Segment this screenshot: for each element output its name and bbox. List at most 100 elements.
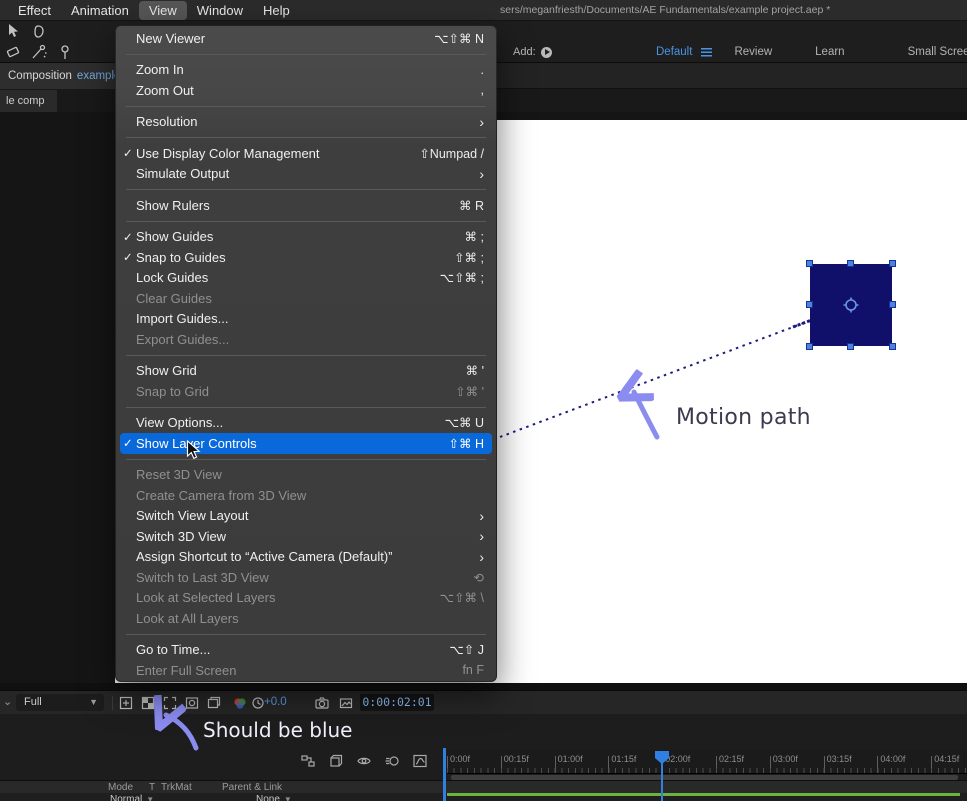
transparency-grid-icon[interactable]: [140, 695, 156, 711]
menubar-item-animation[interactable]: Animation: [61, 1, 139, 20]
anchor-point-icon[interactable]: [843, 297, 859, 313]
handle-sw[interactable]: [806, 343, 813, 350]
motion-blur-icon[interactable]: [384, 753, 400, 769]
menu-item-label: Reset 3D View: [136, 467, 470, 482]
menu-item-lock-guides[interactable]: Lock Guides⌥⇧⌘ ;: [116, 268, 496, 289]
region-of-interest-icon[interactable]: [162, 695, 178, 711]
menu-item-switch-view-layout[interactable]: Switch View Layout›: [116, 506, 496, 527]
column-header-t[interactable]: T: [149, 782, 155, 793]
column-header-trkmat[interactable]: TrkMat: [161, 782, 192, 793]
exposure-value[interactable]: +0.0: [264, 696, 287, 708]
time-ruler[interactable]: 0:00f00:15f01:00f01:15f02:00f02:15f03:00…: [447, 750, 967, 774]
menu-item-show-rulers[interactable]: Show Rulers⌘ R: [116, 195, 496, 216]
menu-item-label: Import Guides...: [136, 311, 470, 326]
hand-tool-icon[interactable]: [30, 22, 48, 40]
menubar-item-window[interactable]: Window: [187, 1, 253, 20]
menu-item-show-guides[interactable]: ✓Show Guides⌘ ;: [116, 227, 496, 248]
caret-down-icon: ▼: [284, 795, 292, 801]
handle-ne[interactable]: [889, 260, 896, 267]
menu-item-show-layer-controls[interactable]: ✓Show Layer Controls⇧⌘ H: [120, 433, 492, 454]
ruler-label: 02:15f: [719, 754, 744, 764]
layer-duration-bar[interactable]: [447, 793, 960, 796]
menu-item-new-viewer[interactable]: New Viewer⌥⇧⌘ N: [116, 28, 496, 49]
menu-item-zoom-out[interactable]: Zoom Out,: [116, 80, 496, 101]
menu-separator: [126, 407, 486, 408]
current-time-indicator-line: [661, 763, 663, 801]
mini-flowchart-icon[interactable]: [300, 753, 316, 769]
menu-item-go-to-time[interactable]: Go to Time...⌥⇧ J: [116, 640, 496, 661]
menu-item-enter-full-screen: Enter Full Screenfn F: [116, 660, 496, 681]
menu-item-assign-shortcut-to-active-camera-default[interactable]: Assign Shortcut to “Active Camera (Defau…: [116, 547, 496, 568]
hide-shy-layers-icon[interactable]: [356, 753, 372, 769]
mask-path-visibility-icon[interactable]: [184, 695, 200, 711]
menu-item-shortcut: ⌘ R: [459, 198, 484, 213]
menu-item-look-at-selected-layers: Look at Selected Layers⌥⇧⌘ \: [116, 588, 496, 609]
chevron-down-icon[interactable]: ⌄: [3, 695, 12, 708]
preview-timecode[interactable]: 0:00:02:01: [360, 694, 434, 711]
draft-3d-icon[interactable]: [328, 753, 344, 769]
ruler-tick: [447, 756, 448, 773]
add-control[interactable]: Add:: [513, 46, 552, 58]
menu-item-shortcut: ⇧Numpad /: [419, 146, 484, 161]
workspace-tab-learn[interactable]: Learn: [815, 46, 844, 58]
handle-se[interactable]: [889, 343, 896, 350]
after-effects-window: Effect Animation View Window Help sers/m…: [0, 0, 967, 801]
submenu-arrow-icon: ›: [479, 509, 484, 523]
menu-item-use-display-color-management[interactable]: ✓Use Display Color Management⇧Numpad /: [116, 143, 496, 164]
menu-item-label: Show Grid: [136, 363, 452, 378]
menu-item-show-grid[interactable]: Show Grid⌘ ': [116, 361, 496, 382]
graph-editor-icon[interactable]: [412, 753, 428, 769]
handle-nw[interactable]: [806, 260, 813, 267]
handle-e[interactable]: [889, 301, 896, 308]
column-header-parent-link[interactable]: Parent & Link: [222, 782, 282, 793]
ruler-tick: [824, 756, 825, 773]
view-layout-icon[interactable]: [206, 695, 222, 711]
handle-w[interactable]: [806, 301, 813, 308]
menu-item-label: Create Camera from 3D View: [136, 488, 470, 503]
handle-s[interactable]: [847, 343, 854, 350]
workspace-menu-icon[interactable]: [701, 48, 712, 57]
menu-item-shortcut: ⌥⇧⌘ ;: [440, 270, 484, 285]
selection-tool-icon[interactable]: [4, 22, 22, 40]
workspace-tab-default[interactable]: Default: [656, 46, 692, 58]
menu-item-simulate-output[interactable]: Simulate Output›: [116, 164, 496, 185]
magnification-dropdown[interactable]: Full ▼: [16, 694, 104, 711]
menu-item-shortcut: ⌥⇧ J: [449, 642, 484, 657]
show-snapshot-icon[interactable]: [338, 695, 354, 711]
column-header-mode[interactable]: Mode: [108, 782, 133, 793]
submenu-arrow-icon: ›: [479, 115, 484, 129]
parent-link-dropdown[interactable]: None▼: [256, 794, 292, 801]
eraser-tool-icon[interactable]: [4, 43, 22, 61]
workspace-tab-review[interactable]: Review: [734, 46, 772, 58]
menu-item-zoom-in[interactable]: Zoom In.: [116, 60, 496, 81]
ruler-tick: [555, 756, 556, 773]
snapshot-camera-icon[interactable]: [314, 695, 330, 711]
menu-item-snap-to-guides[interactable]: ✓Snap to Guides⇧⌘ ;: [116, 247, 496, 268]
submenu-arrow-icon: ›: [479, 167, 484, 181]
handle-n[interactable]: [847, 260, 854, 267]
ruler-tick: [770, 756, 771, 773]
ruler-label: 00:15f: [504, 754, 529, 764]
shape-layer[interactable]: [810, 264, 892, 346]
menu-item-switch-to-last-3d-view: Switch to Last 3D View⟲: [116, 567, 496, 588]
menu-item-import-guides[interactable]: Import Guides...: [116, 309, 496, 330]
menu-item-view-options[interactable]: View Options...⌥⌘ U: [116, 413, 496, 434]
workspace-tab-small-screen[interactable]: Small Screen: [908, 46, 967, 58]
puppet-pin-tool-icon[interactable]: [56, 43, 74, 61]
viewer-tab[interactable]: le comp: [0, 90, 57, 112]
menubar-item-effect[interactable]: Effect: [8, 1, 61, 20]
menubar-item-help[interactable]: Help: [253, 1, 300, 20]
menu-item-switch-3d-view[interactable]: Switch 3D View›: [116, 526, 496, 547]
channels-color-icon[interactable]: [232, 695, 248, 711]
menubar-item-view[interactable]: View: [139, 1, 187, 20]
ruler-label: 01:15f: [611, 754, 636, 764]
ruler-tick: [608, 756, 609, 773]
menu-item-resolution[interactable]: Resolution›: [116, 112, 496, 133]
panel-divider: [0, 683, 967, 690]
menu-separator: [126, 355, 486, 356]
submenu-arrow-icon: ›: [479, 550, 484, 564]
roto-brush-tool-icon[interactable]: [30, 43, 48, 61]
grid-guides-options-icon[interactable]: [118, 695, 134, 711]
blend-mode-dropdown[interactable]: Normal▼: [110, 794, 154, 801]
ruler-label: 01:00f: [558, 754, 583, 764]
